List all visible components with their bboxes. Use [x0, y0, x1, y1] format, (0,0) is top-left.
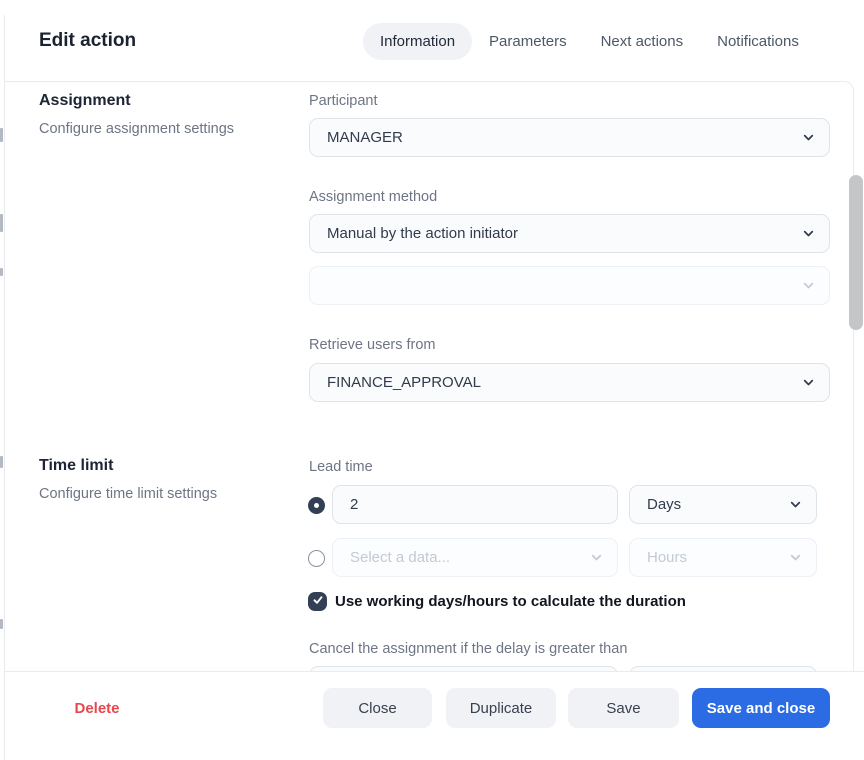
participant-select[interactable]: MANAGER	[309, 118, 830, 157]
close-button[interactable]: Close	[323, 688, 432, 728]
chevron-down-icon	[789, 498, 802, 511]
background-page-fragment	[0, 128, 3, 142]
edit-action-modal: Edit action Information Parameters Next …	[4, 8, 864, 760]
section-desc-time-limit: Configure time limit settings	[39, 486, 217, 502]
save-and-close-button[interactable]: Save and close	[692, 688, 830, 728]
lead-time-value-input[interactable]	[350, 496, 603, 513]
lead-time-unit-select[interactable]: Days	[629, 485, 817, 524]
background-page-fragment	[0, 619, 3, 629]
assignment-method-select-value: Manual by the action initiator	[327, 225, 518, 242]
tab-parameters[interactable]: Parameters	[472, 23, 584, 60]
modal-footer: Delete Close Duplicate Save Save and clo…	[5, 671, 864, 760]
lead-time-data-radio[interactable]	[308, 550, 325, 567]
duplicate-button[interactable]: Duplicate	[446, 688, 556, 728]
tab-next-actions[interactable]: Next actions	[584, 23, 701, 60]
background-page-fragment	[0, 456, 3, 468]
chevron-down-icon	[802, 131, 815, 144]
section-title-assignment: Assignment	[39, 92, 131, 110]
tab-notifications[interactable]: Notifications	[700, 23, 816, 60]
secondary-select[interactable]	[309, 266, 830, 305]
page-title: Edit action	[39, 30, 136, 52]
delete-button[interactable]: Delete	[57, 688, 137, 728]
modal-header: Edit action Information Parameters Next …	[5, 8, 864, 81]
chevron-down-icon	[802, 227, 815, 240]
lead-time-unit-value: Days	[647, 496, 681, 513]
working-days-checkbox[interactable]	[308, 592, 327, 611]
background-page-fragment	[0, 268, 3, 276]
section-desc-assignment: Configure assignment settings	[39, 121, 234, 137]
section-title-time-limit: Time limit	[39, 457, 113, 475]
lead-time-data-unit-value: Hours	[647, 549, 687, 566]
background-page-fragment	[0, 214, 3, 232]
assignment-method-label: Assignment method	[309, 189, 437, 205]
modal-body: Assignment Configure assignment settings…	[5, 81, 854, 672]
retrieve-users-from-label: Retrieve users from	[309, 337, 436, 353]
lead-time-fixed-radio[interactable]	[308, 497, 325, 514]
working-days-label: Use working days/hours to calculate the …	[335, 593, 686, 610]
cancel-delay-label: Cancel the assignment if the delay is gr…	[309, 641, 627, 657]
chevron-down-icon	[802, 279, 815, 292]
participant-label: Participant	[309, 93, 378, 109]
save-button[interactable]: Save	[568, 688, 679, 728]
retrieve-users-from-select[interactable]: FINANCE_APPROVAL	[309, 363, 830, 402]
chevron-down-icon	[789, 551, 802, 564]
vertical-scrollbar-thumb[interactable]	[849, 175, 863, 330]
chevron-down-icon	[590, 551, 603, 564]
tab-bar: Information Parameters Next actions Noti…	[363, 23, 816, 60]
tab-information[interactable]: Information	[363, 23, 472, 60]
lead-time-data-placeholder: Select a data...	[350, 549, 450, 566]
lead-time-data-unit-select[interactable]: Hours	[629, 538, 817, 577]
check-icon	[312, 593, 324, 611]
participant-select-value: MANAGER	[327, 129, 403, 146]
chevron-down-icon	[802, 376, 815, 389]
lead-time-value-field[interactable]	[332, 485, 618, 524]
lead-time-data-select[interactable]: Select a data...	[332, 538, 618, 577]
retrieve-users-from-select-value: FINANCE_APPROVAL	[327, 374, 481, 391]
assignment-method-select[interactable]: Manual by the action initiator	[309, 214, 830, 253]
lead-time-label: Lead time	[309, 459, 373, 475]
